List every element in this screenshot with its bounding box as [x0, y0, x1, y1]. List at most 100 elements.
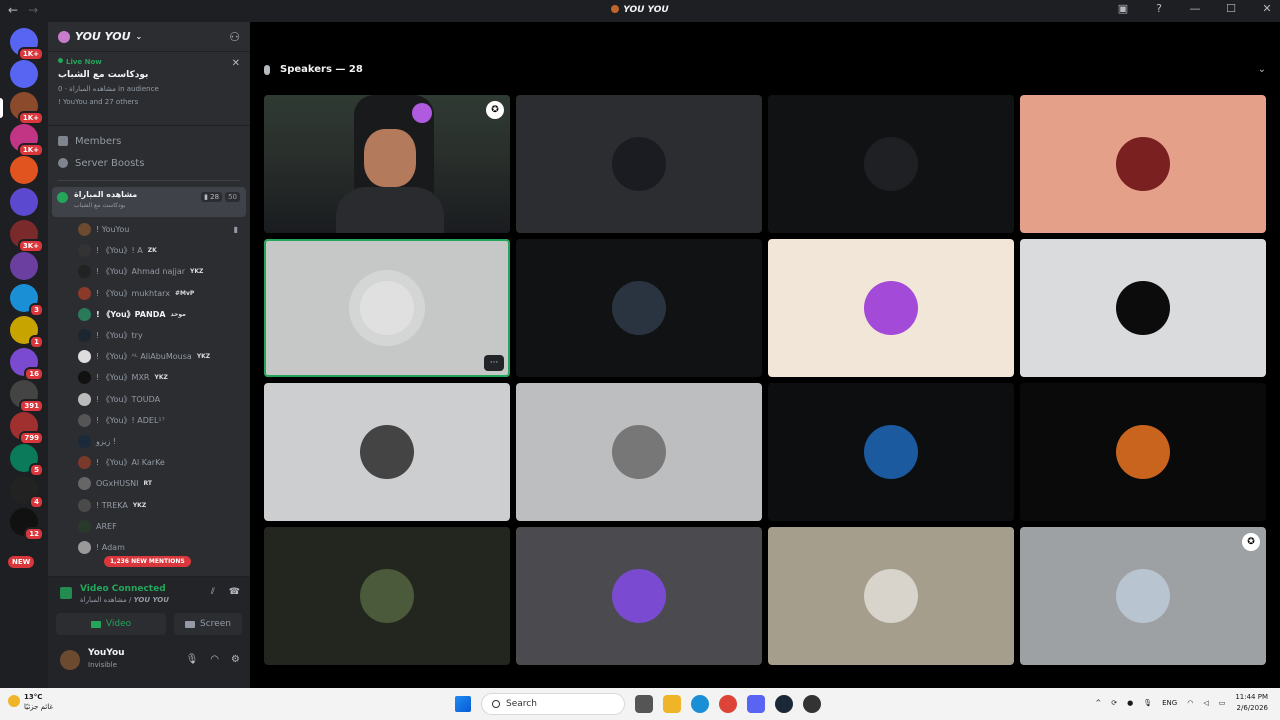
- server-icon[interactable]: 1K+: [10, 28, 44, 61]
- server-icon[interactable]: 12: [10, 508, 44, 541]
- chevron-down-icon[interactable]: ⌄: [1258, 64, 1266, 75]
- app-icon[interactable]: [803, 695, 821, 713]
- server-icon[interactable]: 16: [10, 348, 44, 381]
- voice-member[interactable]: ! 《You》! A ZK: [48, 240, 250, 261]
- voice-member[interactable]: ! YouYou ▮: [48, 219, 250, 240]
- windows-start-icon[interactable]: [455, 696, 471, 712]
- taskbar-search[interactable]: Search: [481, 693, 625, 715]
- discord-icon[interactable]: [747, 695, 765, 713]
- server-icon[interactable]: 3: [10, 284, 44, 317]
- voice-member[interactable]: ! 《You》mukhtarx #MvP: [48, 283, 250, 304]
- participant-tile[interactable]: [768, 239, 1014, 377]
- voice-member[interactable]: ! 《You》MXR YKZ: [48, 367, 250, 388]
- participant-tile[interactable]: [1020, 239, 1266, 377]
- participant-tile[interactable]: [516, 383, 762, 521]
- invite-people-icon[interactable]: ⚇: [229, 30, 240, 44]
- headphones-icon[interactable]: ◠: [210, 654, 219, 665]
- avatar: [78, 498, 91, 512]
- window-controls: ▣ ? — ☐ ✕: [1116, 2, 1274, 15]
- voice-member[interactable]: ! 《You》Al KarKe: [48, 452, 250, 473]
- participant-tile[interactable]: [516, 95, 762, 233]
- close-icon[interactable]: ✕: [1260, 2, 1274, 15]
- participant-tile[interactable]: [264, 527, 510, 665]
- voice-member[interactable]: زيزو !: [48, 431, 250, 452]
- voice-member[interactable]: ! 《You》Ahmad najjar YKZ: [48, 261, 250, 282]
- file-explorer-icon[interactable]: [663, 695, 681, 713]
- battery-icon[interactable]: ▭: [1219, 699, 1226, 707]
- voice-member[interactable]: AREF: [48, 516, 250, 537]
- server-boosts-link[interactable]: Server Boosts: [48, 152, 250, 174]
- new-unreads-badge[interactable]: NEW: [8, 556, 35, 568]
- participant-tile[interactable]: [264, 383, 510, 521]
- server-icon[interactable]: 4: [10, 476, 44, 509]
- avatar[interactable]: [60, 650, 80, 670]
- participant-tile[interactable]: [768, 527, 1014, 665]
- network-sync-icon[interactable]: ⟳: [1111, 699, 1117, 707]
- microphone-icon[interactable]: 🎙: [1143, 699, 1152, 707]
- participant-tile[interactable]: [516, 527, 762, 665]
- voice-status[interactable]: Video Connected: [80, 584, 166, 594]
- server-icon[interactable]: 391: [10, 380, 44, 413]
- participant-grid: ✪ ··· ✪: [264, 95, 1266, 665]
- voice-channel[interactable]: مشاهده المباراة بودكاست مع الشباب ▮ 28 5…: [52, 187, 246, 217]
- participant-tile[interactable]: ···: [264, 239, 510, 377]
- edge-icon[interactable]: [691, 695, 709, 713]
- task-view-icon[interactable]: [635, 695, 653, 713]
- participant-video-tile[interactable]: ✪: [264, 95, 510, 233]
- volume-icon[interactable]: ◁: [1203, 699, 1208, 707]
- help-icon[interactable]: ?: [1152, 2, 1166, 15]
- new-mentions-badge[interactable]: 1,236 NEW MENTIONS: [104, 556, 191, 567]
- settings-gear-icon[interactable]: ⚙: [231, 654, 240, 665]
- voice-member[interactable]: ! TREKA YKZ: [48, 494, 250, 515]
- app-tray-icon[interactable]: ●: [1127, 699, 1133, 707]
- voice-member[interactable]: ! 《You》PANDA موحد: [48, 304, 250, 325]
- participant-tile[interactable]: [1020, 95, 1266, 233]
- member-name: ! TREKA: [96, 500, 128, 510]
- live-participants: ! YouYou and 27 others: [58, 98, 139, 106]
- chevron-up-icon[interactable]: ^: [1095, 699, 1101, 707]
- voice-member[interactable]: ! Adam: [48, 537, 250, 558]
- voice-member[interactable]: ! 《You》TOUDA: [48, 389, 250, 410]
- server-icon[interactable]: 799: [10, 412, 44, 445]
- connection-signal-icon[interactable]: [60, 587, 72, 599]
- chrome-icon[interactable]: [719, 695, 737, 713]
- steam-icon[interactable]: [775, 695, 793, 713]
- participant-tile[interactable]: [516, 239, 762, 377]
- noise-suppression-icon[interactable]: ⫽: [211, 587, 215, 597]
- server-icon[interactable]: [10, 252, 38, 280]
- server-icon[interactable]: 1K+: [10, 92, 44, 125]
- disconnect-icon[interactable]: ☎: [229, 587, 240, 597]
- title-bar: ← → YOU YOU ▣ ? — ☐ ✕: [0, 0, 1280, 22]
- video-button[interactable]: Video: [56, 613, 166, 635]
- server-icon[interactable]: 5: [10, 444, 44, 477]
- members-link[interactable]: Members: [48, 130, 250, 152]
- close-icon[interactable]: ✕: [232, 58, 240, 69]
- server-icon[interactable]: 1K+: [10, 124, 44, 157]
- screen-share-button[interactable]: Screen: [174, 613, 242, 635]
- server-icon[interactable]: [10, 156, 38, 184]
- server-icon[interactable]: 1: [10, 316, 44, 349]
- voice-member[interactable]: ! 《You》! ADEL¹⁷: [48, 410, 250, 431]
- participant-tile[interactable]: [768, 383, 1014, 521]
- voice-member[interactable]: OGxHUSNI RT: [48, 473, 250, 494]
- participant-tile[interactable]: ✪: [1020, 527, 1266, 665]
- wifi-icon[interactable]: ◠: [1187, 699, 1193, 707]
- server-icon[interactable]: [10, 188, 38, 216]
- live-now-card[interactable]: Live Now ✕ بودكاست مع الشباب مشاهده المب…: [48, 52, 250, 126]
- clock[interactable]: 11:44 PM 2/6/2026: [1235, 692, 1268, 714]
- participant-tile[interactable]: [1020, 383, 1266, 521]
- participant-tile[interactable]: [768, 95, 1014, 233]
- voice-member[interactable]: ! 《You》try: [48, 325, 250, 346]
- more-options-icon[interactable]: ···: [484, 355, 504, 371]
- language-indicator[interactable]: ENG: [1162, 699, 1177, 707]
- microphone-icon[interactable]: 🎙: [186, 654, 199, 665]
- voice-member[interactable]: ! 《You》ᴬᴸ AliAbuMousa YKZ: [48, 346, 250, 367]
- avatar: [360, 569, 414, 623]
- weather-widget[interactable]: 13°C غائم جزئيًا: [8, 693, 53, 711]
- minimize-icon[interactable]: —: [1188, 2, 1202, 15]
- server-icon[interactable]: [10, 60, 38, 88]
- server-icon[interactable]: 3K+: [10, 220, 44, 253]
- inbox-icon[interactable]: ▣: [1116, 2, 1130, 15]
- server-header[interactable]: YOU YOU ⌄ ⚇: [48, 22, 250, 52]
- maximize-icon[interactable]: ☐: [1224, 2, 1238, 15]
